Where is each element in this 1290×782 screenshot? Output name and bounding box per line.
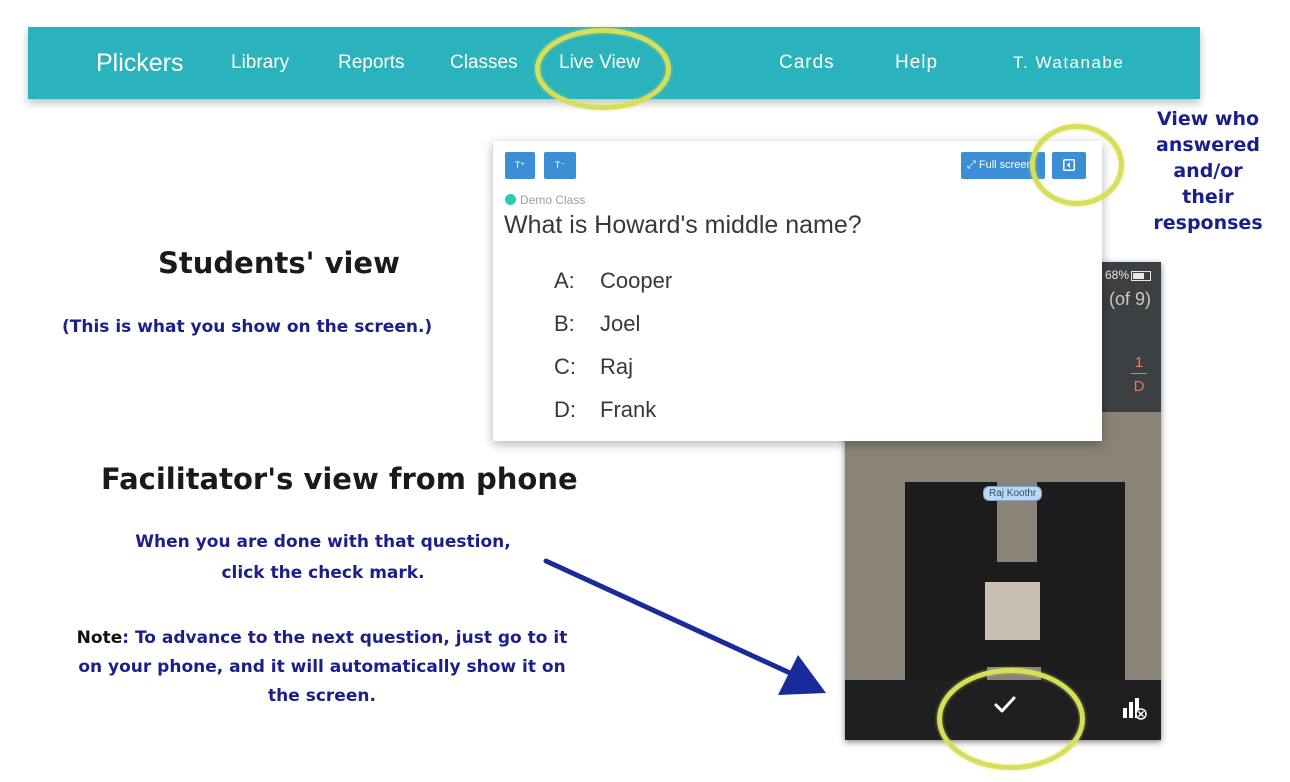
live-view-highlight (535, 28, 671, 110)
choice-d: D: Frank (554, 397, 657, 422)
question-count: (of 9) (1108, 289, 1151, 309)
checkmark-instruction-line2: click the check mark. (221, 563, 425, 583)
choice-c: C: Raj (554, 354, 634, 379)
note-line3: the screen. (268, 686, 376, 706)
facilitator-view-heading: Facilitator's view from phone (101, 462, 578, 496)
question-text: What is Howard's middle name? (504, 211, 862, 239)
students-view-card: T⁺ T⁻ ⤢ Full screen Demo Class What is H… (493, 141, 1102, 441)
students-view-note: (This is what you show on the screen.) (62, 317, 433, 337)
answer-fraction: 1 D (1131, 354, 1147, 395)
battery-icon (1131, 270, 1151, 281)
checkmark-instruction-line1: When you are done with that question, (135, 532, 511, 552)
font-increase-button[interactable]: T⁺ (505, 152, 535, 179)
nav-library[interactable]: Library (231, 27, 289, 99)
view-who-answered-note: View who answered and/or their responses (1153, 108, 1263, 234)
font-decrease-button[interactable]: T⁻ (544, 152, 576, 179)
scanned-student-name: Raj Koothr (983, 486, 1043, 501)
bar-chart-icon[interactable] (1119, 692, 1149, 722)
nav-cards[interactable]: Cards (779, 27, 835, 99)
toggle-button-highlight (1030, 124, 1124, 206)
nav-user-menu[interactable]: T. Watanabe (1013, 27, 1124, 99)
class-color-dot (505, 194, 516, 205)
note-line2: on your phone, and it will automatically… (78, 657, 566, 677)
class-name: Demo Class (520, 193, 586, 207)
nav-reports[interactable]: Reports (338, 27, 405, 99)
nav-help[interactable]: Help (895, 27, 938, 99)
battery-indicator: 68% (1105, 268, 1151, 282)
check-mark-highlight (937, 668, 1085, 770)
brand-logo[interactable]: Plickers (96, 27, 184, 99)
choice-b: B: Joel (554, 311, 641, 336)
students-view-heading: Students' view (158, 246, 400, 280)
nav-classes[interactable]: Classes (450, 27, 518, 99)
choice-a: A: Cooper (554, 268, 673, 293)
note-label: Note (76, 628, 123, 648)
note-line1: Note: To advance to the next question, j… (76, 628, 568, 648)
